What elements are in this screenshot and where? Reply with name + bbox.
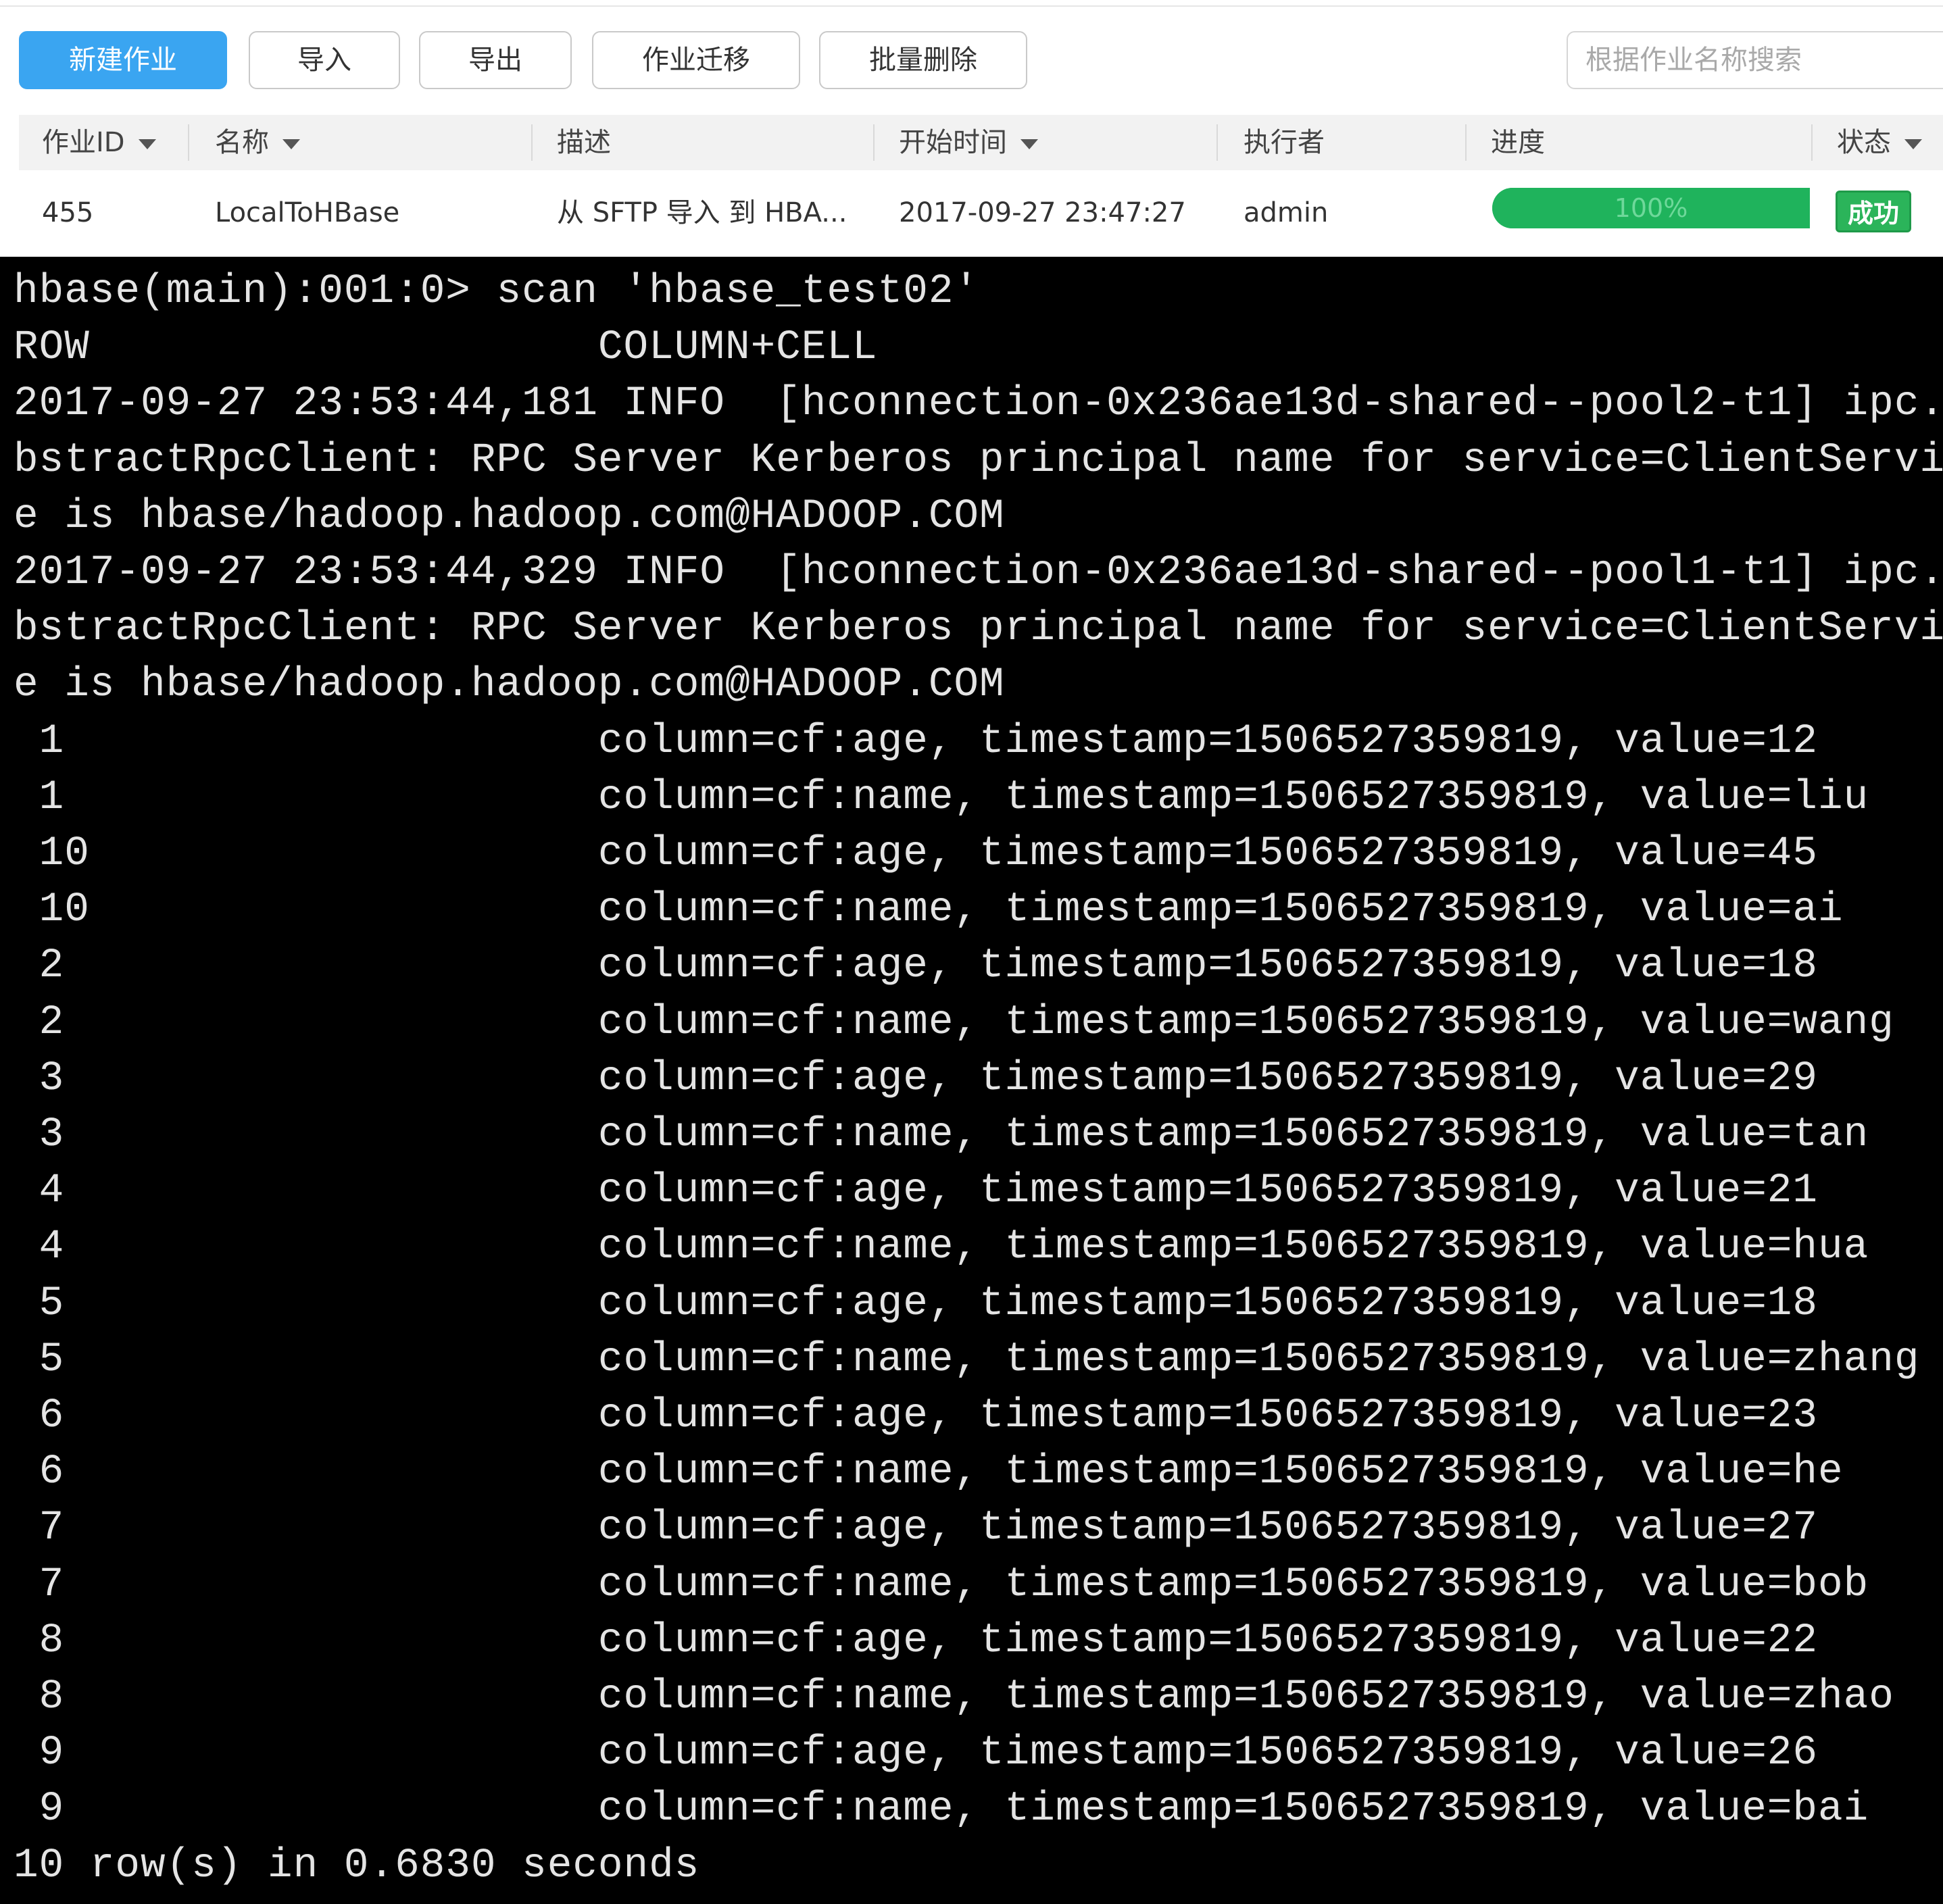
export-button[interactable]: 导出	[419, 31, 572, 89]
batch-delete-button[interactable]: 批量删除	[819, 31, 1027, 89]
cell-job-name[interactable]: LocalToHBase	[215, 179, 399, 247]
new-job-button[interactable]: 新建作业	[19, 31, 227, 89]
terminal-line: e is hbase/hadoop.hadoop.com@HADOOP.COM	[14, 661, 1005, 709]
column-divider	[873, 124, 875, 161]
header-name[interactable]: 名称	[215, 115, 300, 170]
sort-caret-icon[interactable]	[282, 139, 300, 149]
terminal-line: 3 column=cf:name, timestamp=150652735981…	[14, 1111, 1869, 1158]
header-status-label: 状态	[1837, 127, 1891, 158]
cell-job-id: 455	[42, 197, 94, 228]
header-job-id-label: 作业ID	[42, 127, 125, 158]
terminal-line: 7 column=cf:age, timestamp=1506527359819…	[14, 1505, 1819, 1552]
progress-label: 100%	[1614, 193, 1688, 223]
terminal-line: 1 column=cf:name, timestamp=150652735981…	[14, 774, 1869, 821]
terminal-line: 9 column=cf:name, timestamp=150652735981…	[14, 1786, 1869, 1833]
terminal-line: 7 column=cf:name, timestamp=150652735981…	[14, 1561, 1869, 1608]
terminal-line: 2017-09-27 23:53:44,329 INFO [hconnectio…	[14, 549, 1943, 596]
terminal-line: 2 column=cf:age, timestamp=1506527359819…	[14, 943, 1819, 990]
header-status[interactable]: 状态	[1837, 115, 1922, 170]
terminal-line: 5 column=cf:age, timestamp=1506527359819…	[14, 1280, 1819, 1327]
terminal-line: 2017-09-27 23:53:44,181 INFO [hconnectio…	[14, 380, 1943, 428]
terminal-output[interactable]: hbase(main):001:0> scan 'hbase_test02' RO…	[0, 257, 1943, 1904]
import-button[interactable]: 导入	[249, 31, 400, 89]
terminal-line: ROW COLUMN+CELL	[14, 324, 878, 372]
cell-start-time: 2017-09-27 23:47:27	[899, 197, 1186, 228]
table-header: 作业ID 名称 描述 开始时间 执行者 进度 状态	[19, 115, 1943, 170]
terminal-line: bstractRpcClient: RPC Server Kerberos pr…	[14, 436, 1943, 484]
job-search-input[interactable]	[1567, 31, 1943, 89]
terminal-line: 6 column=cf:age, timestamp=1506527359819…	[14, 1393, 1819, 1439]
terminal-line: 10 row(s) in 0.6830 seconds	[14, 1842, 700, 1889]
status-badge: 成功	[1836, 191, 1911, 232]
header-progress: 进度	[1491, 127, 1545, 158]
terminal-line: 4 column=cf:name, timestamp=150652735981…	[14, 1224, 1869, 1271]
terminal-line: 6 column=cf:name, timestamp=150652735981…	[14, 1449, 1844, 1496]
terminal-line: 4 column=cf:age, timestamp=1506527359819…	[14, 1168, 1819, 1215]
header-executor: 执行者	[1244, 127, 1325, 158]
migrate-job-button[interactable]: 作业迁移	[592, 31, 800, 89]
cell-description: 从 SFTP 导入 到 HBA...	[557, 197, 847, 228]
header-start-time[interactable]: 开始时间	[899, 115, 1038, 170]
terminal-line: 2 column=cf:name, timestamp=150652735981…	[14, 999, 1894, 1046]
sort-caret-icon[interactable]	[1904, 139, 1922, 149]
terminal-line: 1 column=cf:age, timestamp=1506527359819…	[14, 718, 1819, 765]
terminal-line: 9 column=cf:age, timestamp=1506527359819…	[14, 1730, 1819, 1777]
column-divider	[188, 124, 189, 161]
header-job-id[interactable]: 作业ID	[42, 115, 156, 170]
terminal-line: 10 column=cf:age, timestamp=150652735981…	[14, 830, 1819, 877]
column-divider	[1465, 124, 1467, 161]
terminal-line: 8 column=cf:name, timestamp=150652735981…	[14, 1674, 1894, 1720]
header-start-time-label: 开始时间	[899, 127, 1007, 158]
column-divider	[1216, 124, 1218, 161]
terminal-line: 8 column=cf:age, timestamp=1506527359819…	[14, 1617, 1819, 1664]
terminal-line: 10 column=cf:name, timestamp=15065273598…	[14, 886, 1844, 934]
terminal-line: e is hbase/hadoop.hadoop.com@HADOOP.COM	[14, 493, 1005, 540]
sort-caret-icon[interactable]	[138, 139, 156, 149]
cell-executor: admin	[1244, 197, 1329, 228]
terminal-line: 5 column=cf:name, timestamp=150652735981…	[14, 1336, 1920, 1383]
terminal-line: 3 column=cf:age, timestamp=1506527359819…	[14, 1055, 1819, 1102]
terminal-line: hbase(main):001:0> scan 'hbase_test02'	[14, 268, 980, 315]
header-name-label: 名称	[215, 127, 269, 158]
header-description: 描述	[557, 127, 611, 158]
progress-bar: 100%	[1492, 188, 1810, 228]
column-divider	[1811, 124, 1813, 161]
sort-caret-icon[interactable]	[1020, 139, 1038, 149]
job-panel: 新建作业 导入 导出 作业迁移 批量删除 作业ID 名称 描述 开始时间 执行者…	[0, 0, 1943, 257]
terminal-line: bstractRpcClient: RPC Server Kerberos pr…	[14, 605, 1943, 653]
column-divider	[531, 124, 533, 161]
top-divider	[0, 5, 1943, 7]
